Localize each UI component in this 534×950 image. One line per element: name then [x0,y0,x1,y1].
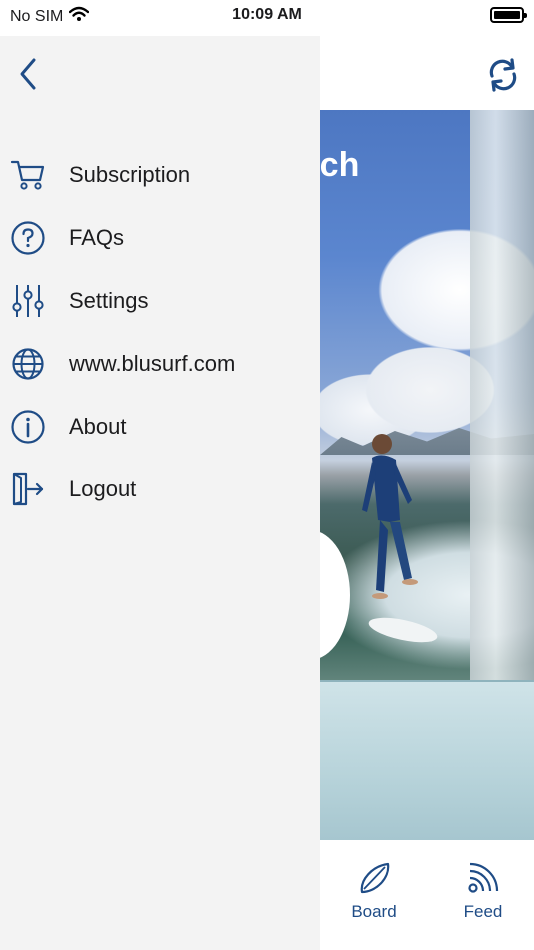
menu-label-settings: Settings [69,287,149,313]
info-circle-icon [10,409,46,445]
menu-item-subscription[interactable]: Subscription [0,144,320,207]
side-drawer: Subscription FAQs Settings www.blusurf.c… [0,36,320,950]
menu-label-website: www.blusurf.com [69,350,236,376]
logout-icon [10,471,46,507]
sliders-icon [10,283,46,319]
drawer-menu: Subscription FAQs Settings www.blusurf.c… [0,144,320,521]
menu-label-about: About [69,413,127,439]
tab-board-label: Board [351,902,397,921]
status-bar: No SIM 10:09 AM [0,0,534,36]
globe-icon [10,346,46,382]
menu-item-about[interactable]: About [0,395,320,458]
boat-seat-graphic [320,680,534,840]
battery-icon [490,7,527,23]
rss-feed-icon [468,862,499,893]
back-button[interactable] [14,54,42,94]
menu-item-faqs[interactable]: FAQs [0,207,320,270]
tab-board[interactable]: Board [334,860,414,922]
menu-label-faqs: FAQs [69,225,125,251]
status-time: 10:09 AM [232,6,302,23]
menu-label-subscription: Subscription [69,162,191,188]
menu-label-logout: Logout [69,476,137,502]
question-circle-icon [10,220,46,256]
tab-feed[interactable]: Feed [443,860,523,922]
cart-icon [10,157,46,193]
chevron-left-icon [20,58,36,90]
surfer-graphic [362,434,418,599]
menu-item-website[interactable]: www.blusurf.com [0,332,320,395]
surfboard-icon [360,862,390,894]
tab-feed-label: Feed [463,902,503,921]
menu-item-logout[interactable]: Logout [0,458,320,521]
menu-item-settings[interactable]: Settings [0,270,320,333]
refresh-icon [489,58,517,92]
refresh-button[interactable] [484,56,522,94]
